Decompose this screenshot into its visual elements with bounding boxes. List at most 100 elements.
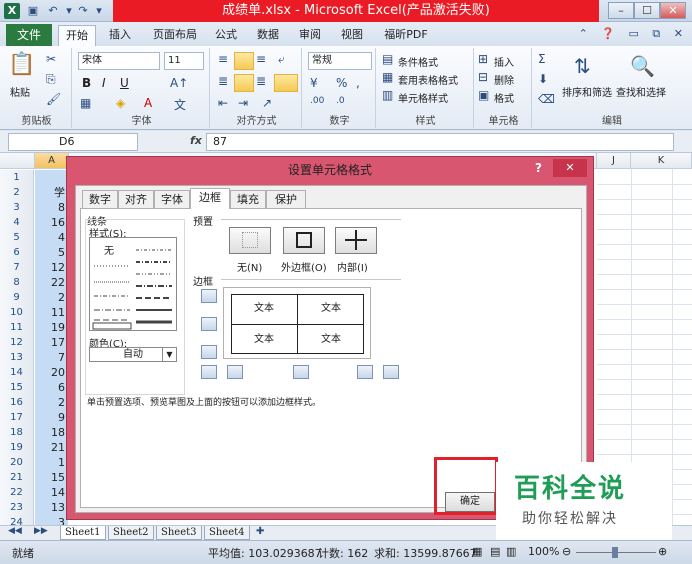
copy-icon[interactable]: ⎘ <box>46 72 56 87</box>
format-button[interactable]: 格式 <box>494 90 514 105</box>
line-color-select[interactable]: 自动 ▼ <box>89 347 177 362</box>
cell-a[interactable]: 5 <box>35 245 68 261</box>
redo-icon[interactable]: ↷ <box>76 4 90 18</box>
row-header[interactable]: 20 <box>0 455 34 471</box>
autosum-icon[interactable]: Σ <box>538 52 546 66</box>
row-header[interactable]: 4 <box>0 215 34 231</box>
font-color-icon[interactable]: A <box>144 96 152 110</box>
cell-a[interactable]: 12 <box>35 260 68 276</box>
cell-a[interactable]: 15 <box>35 470 68 486</box>
delete-cells-icon[interactable]: ⊟ <box>478 70 488 84</box>
select-all-corner[interactable] <box>0 153 35 169</box>
align-middle-button[interactable] <box>234 52 254 70</box>
column-header-k[interactable]: K <box>631 153 692 169</box>
merge-center-button[interactable] <box>274 74 298 92</box>
cell-a[interactable]: 学 <box>35 185 68 201</box>
row-header[interactable]: 16 <box>0 395 34 411</box>
increase-indent-icon[interactable]: ⇥ <box>238 96 248 110</box>
column-header-a[interactable]: A <box>35 153 69 169</box>
tab-fill[interactable]: 填充 <box>230 190 266 208</box>
delete-button[interactable]: 删除 <box>494 72 514 87</box>
paste-icon[interactable]: 📋 <box>8 52 35 82</box>
conditional-format-icon[interactable]: ▤ <box>382 52 393 66</box>
tab-border[interactable]: 边框 <box>190 188 230 209</box>
align-top-icon[interactable]: ≡ <box>218 52 228 66</box>
save-icon[interactable]: ▣ <box>26 4 40 18</box>
font-size-select[interactable]: 11 <box>164 52 204 70</box>
cell-styles-icon[interactable]: ▥ <box>382 88 393 102</box>
row-header[interactable]: 19 <box>0 440 34 456</box>
border-left-button[interactable] <box>227 365 243 379</box>
border-diagonal-up-button[interactable] <box>201 365 217 379</box>
sort-filter-icon[interactable]: ⇅ <box>574 54 591 78</box>
orientation-icon[interactable]: ↗ <box>262 96 272 110</box>
cell-a[interactable]: 17 <box>35 335 68 351</box>
cell-a[interactable]: 7 <box>35 350 68 366</box>
format-as-table-button[interactable]: 套用表格格式 <box>398 72 458 87</box>
tab-data[interactable]: 数据 <box>250 25 286 46</box>
font-name-select[interactable]: 宋体 <box>78 52 160 70</box>
format-cells-icon[interactable]: ▣ <box>478 88 489 102</box>
sheet-tab-2[interactable]: Sheet2 <box>108 526 154 540</box>
border-middle-button[interactable] <box>201 317 217 331</box>
sheet-nav-last-icon[interactable]: ▶▶ <box>34 526 48 536</box>
row-header[interactable]: 7 <box>0 260 34 276</box>
cell-a[interactable]: 18 <box>35 425 68 441</box>
row-header[interactable]: 8 <box>0 275 34 291</box>
row-header[interactable]: 9 <box>0 290 34 306</box>
row-header[interactable]: 6 <box>0 245 34 261</box>
fill-color-icon[interactable]: ◈ <box>116 96 125 110</box>
zoom-out-icon[interactable]: ⊖ <box>562 545 571 558</box>
border-preview[interactable]: 文本 文本 文本 文本 <box>223 287 371 359</box>
cell-a[interactable]: 4 <box>35 230 68 246</box>
line-style-list[interactable]: 无 <box>89 237 177 331</box>
tab-foxit-pdf[interactable]: 福昕PDF <box>378 25 434 46</box>
format-painter-icon[interactable]: 🖌 <box>46 92 61 106</box>
conditional-format-button[interactable]: 条件格式 <box>398 54 438 69</box>
wrap-text-icon[interactable]: ⤶ <box>278 52 285 67</box>
decrease-indent-icon[interactable]: ⇤ <box>218 96 228 110</box>
cell-a[interactable]: 14 <box>35 485 68 501</box>
cut-icon[interactable]: ✂ <box>46 52 56 66</box>
find-select-icon[interactable]: 🔍 <box>630 54 655 78</box>
borders-icon[interactable]: ▦ <box>80 96 91 110</box>
border-right-button[interactable] <box>357 365 373 379</box>
comma-icon[interactable]: , <box>356 76 360 90</box>
phonetic-icon[interactable]: 文 <box>174 96 186 113</box>
preset-inside-button[interactable] <box>335 227 377 254</box>
dialog-help-button[interactable]: ? <box>535 161 542 175</box>
row-header[interactable]: 21 <box>0 470 34 486</box>
cell-styles-button[interactable]: 单元格样式 <box>398 90 448 105</box>
format-table-icon[interactable]: ▦ <box>382 70 393 84</box>
maximize-button[interactable]: ☐ <box>634 2 660 19</box>
currency-icon[interactable]: ¥ <box>310 76 318 90</box>
tab-page-layout[interactable]: 页面布局 <box>146 25 204 46</box>
page-break-view-icon[interactable]: ▥ <box>506 545 516 558</box>
cell-a[interactable]: 21 <box>35 440 68 456</box>
sheet-nav-first-icon[interactable]: ◀◀ <box>8 526 22 536</box>
tab-view[interactable]: 视图 <box>334 25 370 46</box>
new-sheet-icon[interactable]: ✚ <box>256 526 264 537</box>
row-header[interactable]: 3 <box>0 200 34 216</box>
tab-formulas[interactable]: 公式 <box>208 25 244 46</box>
row-header[interactable]: 10 <box>0 305 34 321</box>
row-header[interactable]: 14 <box>0 365 34 381</box>
preset-none-button[interactable] <box>229 227 271 254</box>
formula-input[interactable]: 87 <box>206 133 674 151</box>
clear-icon[interactable]: ⌫ <box>538 92 555 106</box>
paste-label[interactable]: 粘贴 <box>10 84 30 99</box>
row-header[interactable]: 2 <box>0 185 34 201</box>
preset-outline-button[interactable] <box>283 227 325 254</box>
minimize-button[interactable]: – <box>608 2 634 19</box>
sort-filter-button[interactable]: 排序和筛选 <box>562 84 612 99</box>
row-header[interactable]: 15 <box>0 380 34 396</box>
cell-a[interactable]: 2 <box>35 395 68 411</box>
row-header[interactable]: 5 <box>0 230 34 246</box>
find-select-button[interactable]: 查找和选择 <box>616 84 666 99</box>
sheet-tab-3[interactable]: Sheet3 <box>156 526 202 540</box>
row-header[interactable]: 1 <box>0 170 34 186</box>
bold-button[interactable]: B <box>82 76 91 90</box>
tab-review[interactable]: 审阅 <box>292 25 328 46</box>
number-format-select[interactable]: 常规 <box>308 52 372 70</box>
cell-a[interactable]: 20 <box>35 365 68 381</box>
